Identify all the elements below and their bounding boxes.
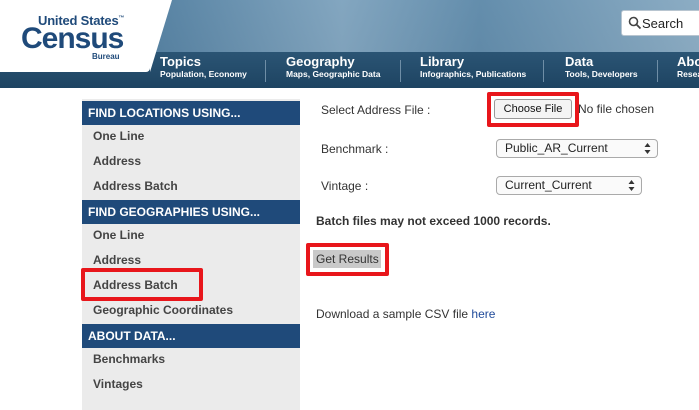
nav-library-title: Library	[420, 54, 465, 69]
nav-topics-sub: Population, Economy	[160, 69, 247, 79]
nav-library-sub: Infographics, Publications	[420, 69, 527, 79]
nav-about-sub: Resea	[677, 69, 699, 79]
address-file-label: Select Address File :	[321, 103, 431, 117]
search-icon	[628, 16, 642, 30]
vintage-select[interactable]: Current_Current	[496, 176, 642, 195]
site-header: United States™ Census Bureau Search Topi…	[0, 0, 699, 88]
highlight-address-batch	[81, 268, 203, 301]
nav-divider	[543, 60, 544, 82]
logo-census: Census	[21, 22, 124, 55]
sample-csv-label: Download a sample CSV file	[316, 307, 469, 321]
header-banner-image	[150, 0, 699, 52]
benchmark-selected-value: Public_AR_Current	[505, 141, 608, 155]
sample-csv-link[interactable]: here	[471, 307, 495, 321]
highlight-choose-file	[487, 92, 579, 127]
main-nav: Topics Population, Economy Geography Map…	[150, 52, 699, 88]
sidebar-item-locations-address[interactable]: Address	[93, 154, 141, 168]
vintage-selected-value: Current_Current	[505, 178, 592, 192]
nav-geography-sub: Maps, Geographic Data	[286, 69, 381, 79]
search-box[interactable]: Search	[621, 10, 699, 36]
nav-divider	[400, 60, 401, 82]
sidebar-item-locations-one-line[interactable]: One Line	[93, 129, 144, 143]
batch-limit-note: Batch files may not exceed 1000 records.	[316, 214, 551, 228]
sidebar-item-vintages[interactable]: Vintages	[93, 377, 143, 391]
sidebar-heading-about-data: ABOUT DATA...	[82, 324, 300, 348]
vintage-label: Vintage :	[321, 179, 369, 193]
sidebar-item-geographies-address[interactable]: Address	[93, 253, 141, 267]
sidebar-item-geographies-one-line[interactable]: One Line	[93, 228, 144, 242]
benchmark-label: Benchmark :	[321, 142, 389, 156]
nav-geography-title: Geography	[286, 54, 355, 69]
nav-about-title: Abo	[677, 54, 699, 69]
sidebar-item-geographic-coordinates[interactable]: Geographic Coordinates	[93, 303, 233, 317]
nav-data-sub: Tools, Developers	[565, 69, 638, 79]
logo-bureau: Bureau	[92, 52, 120, 61]
sidebar: FIND LOCATIONS USING... One Line Address…	[82, 99, 300, 410]
file-status-text: No file chosen	[578, 102, 655, 116]
search-label: Search	[642, 16, 684, 31]
nav-divider	[657, 60, 658, 82]
nav-topics-title: Topics	[160, 54, 201, 69]
select-arrows-icon	[644, 143, 651, 154]
benchmark-select[interactable]: Public_AR_Current	[496, 139, 658, 158]
nav-divider	[265, 60, 266, 82]
highlight-get-results	[306, 243, 389, 276]
sidebar-heading-find-locations: FIND LOCATIONS USING...	[82, 101, 300, 125]
sidebar-heading-find-geographies: FIND GEOGRAPHIES USING...	[82, 200, 300, 224]
census-logo[interactable]: United States™ Census Bureau	[0, 0, 172, 72]
sample-csv-text: Download a sample CSV file here	[316, 307, 495, 321]
sidebar-item-locations-address-batch[interactable]: Address Batch	[93, 179, 178, 193]
select-arrows-icon	[628, 180, 635, 191]
sidebar-item-benchmarks[interactable]: Benchmarks	[93, 352, 165, 366]
nav-data-title: Data	[565, 54, 594, 69]
